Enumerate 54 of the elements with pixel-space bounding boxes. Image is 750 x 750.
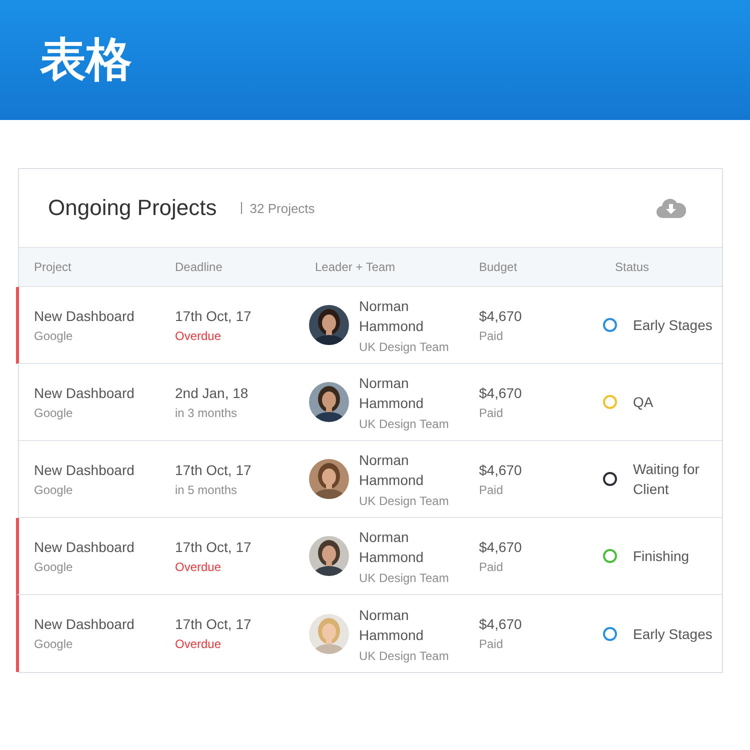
column-header: Budget xyxy=(479,260,518,274)
team-name: UK Design Team xyxy=(359,648,449,662)
payment-status: Paid xyxy=(479,328,504,342)
deadline-date: 17th Oct, 17 xyxy=(175,308,252,324)
leader-name: Norman Hammond xyxy=(359,606,425,644)
client-name: Google xyxy=(34,406,74,420)
team-name: UK Design Team xyxy=(359,571,449,585)
budget-amount: $4,670 xyxy=(479,308,523,324)
deadline-note: in 5 months xyxy=(175,482,238,496)
column-header: Leader + Team xyxy=(315,260,396,274)
deadline-date: 2nd Jan, 18 xyxy=(175,384,250,400)
budget-amount: $4,670 xyxy=(479,384,523,400)
client-name: Google xyxy=(34,482,74,496)
project-name: New Dashboard xyxy=(34,538,136,554)
project-name: New Dashboard xyxy=(34,308,136,324)
payment-status: Paid xyxy=(479,406,504,420)
project-count: 32 Projects xyxy=(250,200,315,216)
leader-name: Norman Hammond xyxy=(359,451,425,490)
payment-status: Paid xyxy=(479,482,504,496)
payment-status: Paid xyxy=(479,560,504,574)
deadline-note: Overdue xyxy=(175,560,222,574)
status-label: Waiting for Client xyxy=(633,460,700,499)
leader-name: Norman Hammond xyxy=(359,297,425,336)
status-label: QA xyxy=(633,393,654,412)
column-header: Status xyxy=(614,260,650,274)
column-header: Project xyxy=(33,260,72,274)
client-name: Google xyxy=(34,328,74,342)
status-label: Early Stages xyxy=(633,316,713,335)
client-name: Google xyxy=(34,637,74,651)
team-name: UK Design Team xyxy=(359,494,449,508)
project-name: New Dashboard xyxy=(34,462,136,478)
budget-amount: $4,670 xyxy=(479,538,523,554)
deadline-note: Overdue xyxy=(175,328,222,342)
budget-amount: $4,670 xyxy=(479,616,523,632)
deadline-date: 17th Oct, 17 xyxy=(175,538,252,554)
leader-name: Norman Hammond xyxy=(359,528,425,567)
page-title: 表格 xyxy=(40,31,132,88)
column-header: Deadline xyxy=(175,260,224,274)
client-name: Google xyxy=(34,560,74,574)
status-label: Early Stages xyxy=(633,624,713,644)
project-name: New Dashboard xyxy=(34,384,136,400)
deadline-note: Overdue xyxy=(175,637,222,651)
project-name: New Dashboard xyxy=(34,616,136,632)
leader-name: Norman Hammond xyxy=(359,374,425,413)
budget-amount: $4,670 xyxy=(479,462,523,478)
card-title: Ongoing Projects xyxy=(48,195,217,221)
cloud-download-icon[interactable] xyxy=(656,197,686,219)
team-name: UK Design Team xyxy=(359,340,449,354)
deadline-date: 17th Oct, 17 xyxy=(175,616,252,632)
deadline-note: in 3 months xyxy=(175,406,238,420)
status-label: Finishing xyxy=(633,547,690,566)
team-name: UK Design Team xyxy=(359,417,449,431)
deadline-date: 17th Oct, 17 xyxy=(175,462,252,478)
payment-status: Paid xyxy=(479,637,504,651)
